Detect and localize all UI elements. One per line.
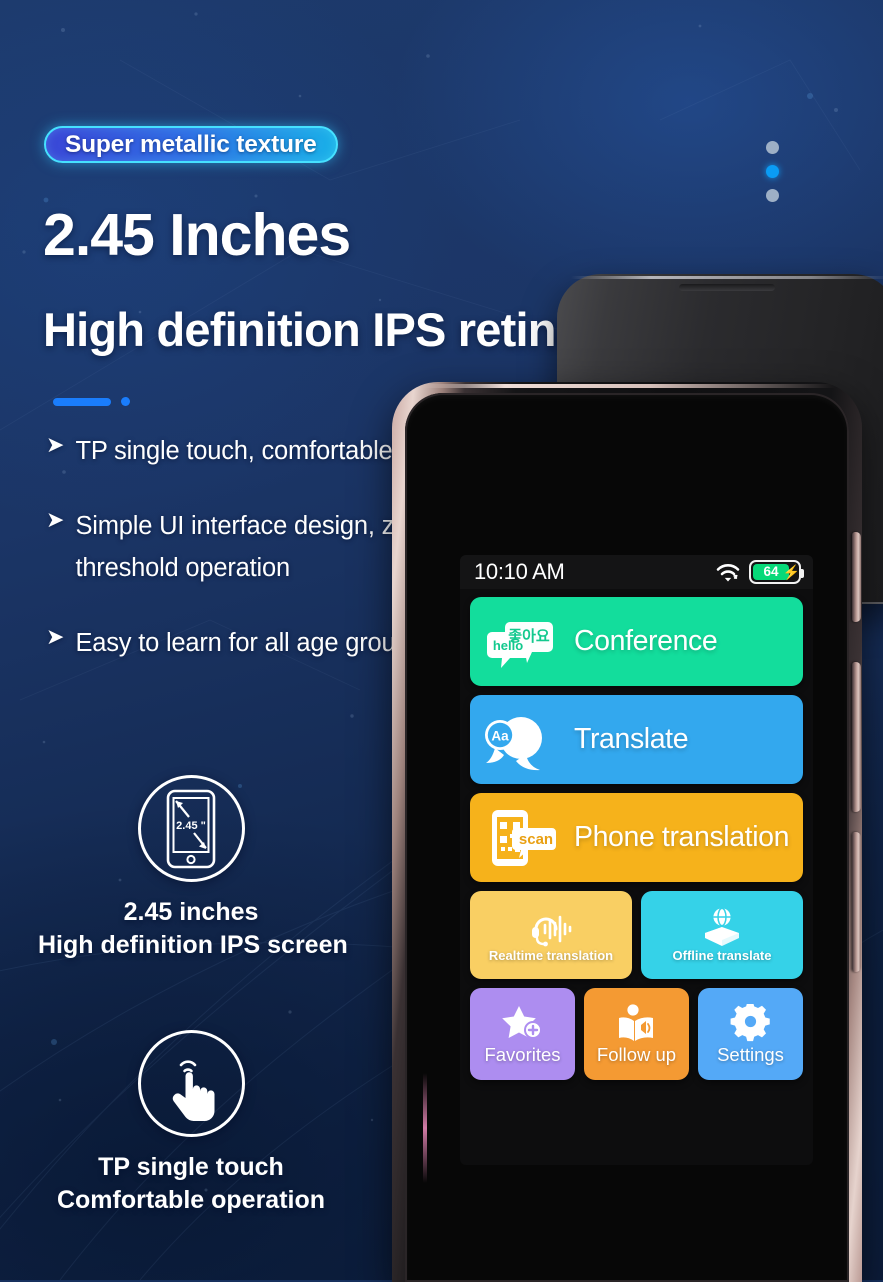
speech-bubble-aa-icon: Aa [484, 708, 562, 772]
bubble-text-aa: Aa [491, 728, 509, 743]
book-speaker-icon [616, 1004, 658, 1042]
pagination-dots[interactable] [766, 141, 779, 202]
menu-tile-label: Translate [574, 722, 689, 755]
super-metallic-texture-badge: Super metallic texture [44, 126, 338, 163]
arrow-marker-icon: ➤ [46, 624, 65, 650]
phone-side-button-volume-up[interactable] [852, 662, 861, 812]
bubble-text-hello: hello [493, 638, 523, 653]
page-title: 2.45 Inches [43, 202, 351, 268]
feature-inline-label: 2.45 " [176, 820, 206, 832]
phone-device-front: 10:10 AM 64 ⚡ 좋아요 hello Conference Aa Tr… [392, 382, 862, 1282]
divider-dot [121, 397, 130, 406]
bubble-text-scan: scan [519, 831, 553, 848]
menu-tile-label: Settings [717, 1043, 784, 1065]
menu-tile-translate[interactable]: Aa Translate [470, 695, 803, 784]
menu-tile-label: Favorites [484, 1043, 561, 1065]
two-speech-bubbles-icon: 좋아요 hello [484, 610, 562, 674]
menu-tile-label: Follow up [596, 1043, 677, 1065]
accent-divider [53, 397, 130, 406]
feature-caption-line1: 2.45 inches [123, 898, 259, 926]
charging-bolt-icon: ⚡ [782, 564, 801, 580]
phone-accent-strip [423, 1073, 427, 1183]
menu-tile-realtime-translation[interactable]: Realtime translation [470, 891, 632, 979]
menu-tile-follow-up[interactable]: Follow up [584, 988, 689, 1080]
feature-caption: TP single touch Comfortable operation [38, 1151, 344, 1216]
arrow-marker-icon: ➤ [46, 432, 65, 457]
feature-caption-line2: High definition IPS screen [38, 930, 348, 959]
phone-qr-scan-icon: scan [484, 806, 562, 870]
menu-tile-offline-translate[interactable]: Offline translate [641, 891, 803, 979]
status-bar-time: 10:10 AM [474, 559, 565, 584]
app-menu-grid: 좋아요 hello Conference Aa Translate scan P… [460, 589, 813, 1090]
feature-caption: 2.45 inches High definition IPS screen [38, 896, 348, 961]
phone-diagonal-icon: 2.45 " [166, 789, 216, 868]
phone-side-button-power[interactable] [852, 532, 861, 622]
headset-waveform-icon [528, 907, 574, 947]
menu-tile-settings[interactable]: Settings [698, 988, 803, 1080]
phone-screen: 10:10 AM 64 ⚡ 좋아요 hello Conference Aa Tr… [460, 555, 813, 1165]
pagination-dot-1[interactable] [766, 141, 779, 154]
menu-tile-phone-translation[interactable]: scan Phone translation [470, 793, 803, 882]
feature-caption-line2: Comfortable operation [56, 1185, 326, 1214]
star-plus-icon [501, 1004, 544, 1042]
menu-tile-label: Realtime translation [488, 947, 614, 963]
phone-bezel: 10:10 AM 64 ⚡ 좋아요 hello Conference Aa Tr… [405, 393, 849, 1282]
bullet-text: Easy to learn for all age groups [75, 629, 422, 658]
status-bar: 10:10 AM 64 ⚡ [460, 555, 813, 589]
menu-tile-label: Offline translate [672, 947, 772, 963]
divider-bar [53, 397, 111, 406]
menu-tile-label: Conference [574, 624, 718, 657]
pagination-dot-3[interactable] [766, 189, 779, 202]
feature-icon-ring [137, 1030, 245, 1137]
feature-screen-size: 2.45 " 2.45 inches High definition IPS s… [38, 775, 348, 961]
arrow-marker-icon: ➤ [46, 507, 65, 533]
phone-side-button-volume-down[interactable] [852, 832, 861, 972]
battery-icon: 64 ⚡ [749, 560, 804, 584]
feature-icon-ring: 2.45 " [137, 775, 245, 882]
menu-medium-row: Realtime translation Offline translate [470, 891, 803, 979]
open-box-globe-icon [699, 907, 745, 947]
menu-small-row: Favorites Follow up Settings [470, 988, 803, 1080]
badge-label: Super metallic texture [65, 130, 317, 158]
battery-percent: 64 [763, 564, 779, 580]
menu-tile-favorites[interactable]: Favorites [470, 988, 575, 1080]
wifi-icon [715, 562, 741, 582]
gear-icon [730, 1001, 772, 1042]
pagination-dot-2-active[interactable] [766, 165, 779, 178]
menu-tile-conference[interactable]: 좋아요 hello Conference [470, 597, 803, 686]
battery-fill: 64 ⚡ [753, 564, 800, 580]
feature-tp-touch: TP single touch Comfortable operation [38, 1030, 344, 1216]
phone-top-rim [422, 384, 836, 388]
menu-tile-label: Phone translation [574, 820, 790, 853]
feature-caption-line1: TP single touch [98, 1153, 284, 1181]
touch-hand-icon [172, 1059, 215, 1121]
